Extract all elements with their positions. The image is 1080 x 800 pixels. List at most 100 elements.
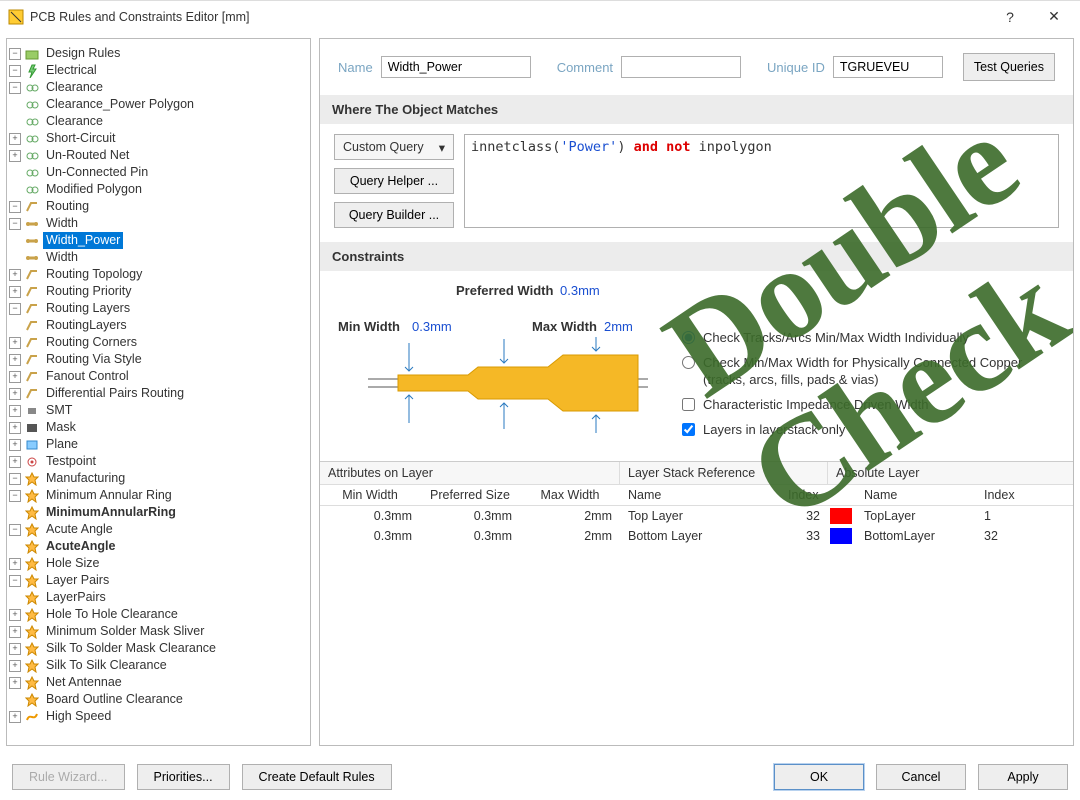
- collapse-icon[interactable]: −: [9, 65, 21, 77]
- table-row[interactable]: 0.3mm0.3mm2mmTop Layer32TopLayer1: [320, 506, 1073, 526]
- expand-icon[interactable]: +: [9, 456, 21, 468]
- expand-icon[interactable]: +: [9, 609, 21, 621]
- tree-item[interactable]: Clearance_Power Polygon: [9, 96, 308, 113]
- check-individually-radio[interactable]: Check Tracks/Arcs Min/Max Width Individu…: [682, 329, 1055, 346]
- tree-item[interactable]: MinimumAnnularRing: [9, 504, 308, 521]
- tree-item[interactable]: −Routing: [9, 198, 308, 215]
- cell-minwidth[interactable]: 0.3mm: [320, 506, 420, 526]
- tree-item[interactable]: +Plane: [9, 436, 308, 453]
- tree-item[interactable]: +Routing Corners: [9, 334, 308, 351]
- tree-item[interactable]: +Minimum Solder Mask Sliver: [9, 623, 308, 640]
- tree-item[interactable]: +Differential Pairs Routing: [9, 385, 308, 402]
- checkbox-icon[interactable]: [682, 398, 695, 411]
- query-textbox[interactable]: innetclass('Power') and not inpolygon: [464, 134, 1059, 228]
- tree-item[interactable]: Board Outline Clearance: [9, 691, 308, 708]
- collapse-icon[interactable]: −: [9, 575, 21, 587]
- name-input[interactable]: [381, 56, 531, 78]
- max-width-value[interactable]: 2mm: [604, 319, 633, 334]
- expand-icon[interactable]: +: [9, 337, 21, 349]
- tree-item[interactable]: Width_Power: [9, 232, 308, 249]
- cell-prefsize[interactable]: 0.3mm: [420, 506, 520, 526]
- layerstack-only-checkbox[interactable]: Layers in layerstack only: [682, 421, 1055, 438]
- apply-button[interactable]: Apply: [978, 764, 1068, 790]
- tree-item[interactable]: +Testpoint: [9, 453, 308, 470]
- tree-item[interactable]: −Routing Layers: [9, 300, 308, 317]
- tree-item[interactable]: Width: [9, 249, 308, 266]
- tree-item[interactable]: +Routing Priority: [9, 283, 308, 300]
- collapse-icon[interactable]: −: [9, 524, 21, 536]
- tree-item[interactable]: Un-Connected Pin: [9, 164, 308, 181]
- collapse-icon[interactable]: −: [9, 82, 21, 94]
- th-maxwidth[interactable]: Max Width: [520, 485, 620, 505]
- tree-item[interactable]: Modified Polygon: [9, 181, 308, 198]
- tree-item[interactable]: +Routing Topology: [9, 266, 308, 283]
- rules-tree-panel[interactable]: −Design Rules−Electrical−ClearanceCleara…: [6, 38, 311, 746]
- collapse-icon[interactable]: −: [9, 490, 21, 502]
- expand-icon[interactable]: +: [9, 660, 21, 672]
- tree-item[interactable]: −Width: [9, 215, 308, 232]
- cell-maxwidth[interactable]: 2mm: [520, 526, 620, 546]
- radio-icon[interactable]: [682, 331, 695, 344]
- tree-item[interactable]: +Silk To Solder Mask Clearance: [9, 640, 308, 657]
- th-lidx[interactable]: Index: [780, 485, 828, 505]
- impedance-driven-checkbox[interactable]: Characteristic Impedance Driven Width: [682, 396, 1055, 413]
- th-lname[interactable]: Name: [620, 485, 780, 505]
- tree-item[interactable]: +Net Antennae: [9, 674, 308, 691]
- tree-item[interactable]: +Hole Size: [9, 555, 308, 572]
- cancel-button[interactable]: Cancel: [876, 764, 966, 790]
- collapse-icon[interactable]: −: [9, 201, 21, 213]
- expand-icon[interactable]: +: [9, 405, 21, 417]
- expand-icon[interactable]: +: [9, 269, 21, 281]
- priorities-button[interactable]: Priorities...: [137, 764, 230, 790]
- th-aname[interactable]: Name: [856, 485, 976, 505]
- cell-maxwidth[interactable]: 2mm: [520, 506, 620, 526]
- expand-icon[interactable]: +: [9, 388, 21, 400]
- comment-input[interactable]: [621, 56, 741, 78]
- help-button[interactable]: ?: [988, 3, 1032, 31]
- tree-item[interactable]: −Acute Angle: [9, 521, 308, 538]
- tree-item[interactable]: −Clearance: [9, 79, 308, 96]
- collapse-icon[interactable]: −: [9, 303, 21, 315]
- tree-item[interactable]: −Design Rules: [9, 45, 308, 62]
- tree-item[interactable]: Clearance: [9, 113, 308, 130]
- close-button[interactable]: ✕: [1032, 3, 1076, 31]
- expand-icon[interactable]: +: [9, 422, 21, 434]
- tree-item[interactable]: +Routing Via Style: [9, 351, 308, 368]
- expand-icon[interactable]: +: [9, 286, 21, 298]
- collapse-icon[interactable]: −: [9, 48, 21, 60]
- radio-icon[interactable]: [682, 356, 695, 369]
- expand-icon[interactable]: +: [9, 677, 21, 689]
- tree-item[interactable]: −Minimum Annular Ring: [9, 487, 308, 504]
- pref-width-value[interactable]: 0.3mm: [560, 283, 600, 298]
- th-aidx[interactable]: Index: [976, 485, 1026, 505]
- query-helper-button[interactable]: Query Helper ...: [334, 168, 454, 194]
- tree-item[interactable]: +Silk To Silk Clearance: [9, 657, 308, 674]
- tree-item[interactable]: RoutingLayers: [9, 317, 308, 334]
- expand-icon[interactable]: +: [9, 711, 21, 723]
- tree-item[interactable]: +Hole To Hole Clearance: [9, 606, 308, 623]
- tree-item[interactable]: +Mask: [9, 419, 308, 436]
- query-builder-button[interactable]: Query Builder ...: [334, 202, 454, 228]
- tree-item[interactable]: −Manufacturing: [9, 470, 308, 487]
- tree-item[interactable]: +SMT: [9, 402, 308, 419]
- expand-icon[interactable]: +: [9, 371, 21, 383]
- ok-button[interactable]: OK: [774, 764, 864, 790]
- th-minwidth[interactable]: Min Width: [320, 485, 420, 505]
- min-width-value[interactable]: 0.3mm: [412, 319, 452, 334]
- expand-icon[interactable]: +: [9, 133, 21, 145]
- expand-icon[interactable]: +: [9, 626, 21, 638]
- tree-item[interactable]: +Fanout Control: [9, 368, 308, 385]
- match-mode-dropdown[interactable]: Custom Query ▾: [334, 134, 454, 160]
- tree-item[interactable]: −Electrical: [9, 62, 308, 79]
- create-default-button[interactable]: Create Default Rules: [242, 764, 392, 790]
- cell-minwidth[interactable]: 0.3mm: [320, 526, 420, 546]
- expand-icon[interactable]: +: [9, 558, 21, 570]
- tree-item[interactable]: −Layer Pairs: [9, 572, 308, 589]
- table-row[interactable]: 0.3mm0.3mm2mmBottom Layer33BottomLayer32: [320, 526, 1073, 546]
- collapse-icon[interactable]: −: [9, 218, 21, 230]
- checkbox-icon[interactable]: [682, 423, 695, 436]
- rule-wizard-button[interactable]: Rule Wizard...: [12, 764, 125, 790]
- tree-item[interactable]: AcuteAngle: [9, 538, 308, 555]
- collapse-icon[interactable]: −: [9, 473, 21, 485]
- expand-icon[interactable]: +: [9, 150, 21, 162]
